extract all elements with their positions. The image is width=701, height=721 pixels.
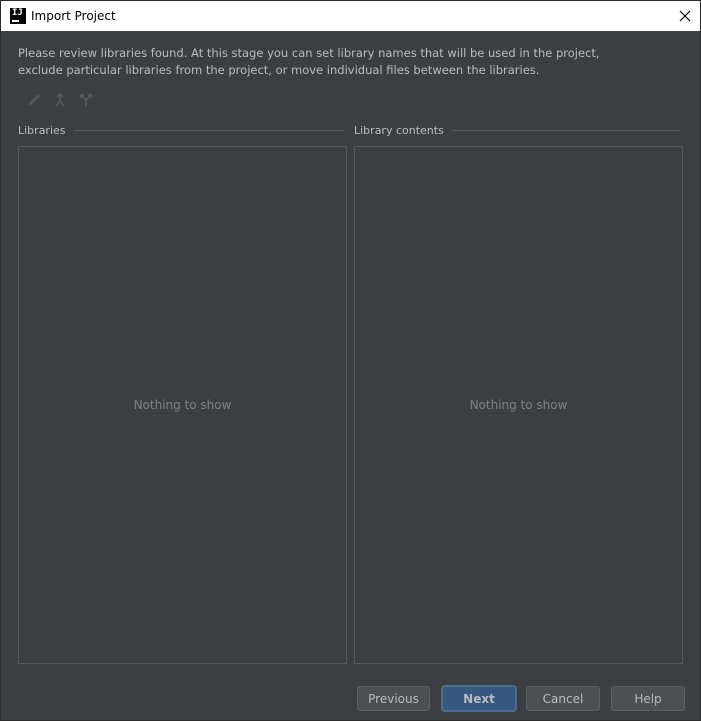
libraries-header-label: Libraries — [18, 123, 66, 137]
close-icon — [679, 10, 691, 22]
rename-library-button[interactable] — [25, 91, 43, 109]
window-title: Import Project — [31, 9, 116, 23]
intellij-app-icon: IJ — [10, 8, 26, 24]
library-contents-tree[interactable]: Nothing to show — [354, 146, 683, 664]
libraries-empty-text: Nothing to show — [133, 398, 232, 412]
title-bar: IJ Import Project — [1, 1, 700, 31]
libraries-toolbar — [25, 91, 95, 109]
help-button[interactable]: Help — [611, 686, 685, 711]
merge-icon — [55, 92, 65, 107]
libraries-header-divider — [73, 129, 344, 131]
cancel-button[interactable]: Cancel — [526, 686, 600, 711]
import-project-dialog: IJ Import Project Please review librarie… — [0, 0, 701, 721]
pencil-icon — [29, 93, 41, 105]
split-library-button[interactable] — [77, 91, 95, 109]
libraries-header: Libraries — [18, 123, 344, 137]
previous-button[interactable]: Previous — [357, 686, 430, 711]
library-contents-header: Library contents — [354, 123, 680, 137]
libraries-list[interactable]: Nothing to show — [18, 146, 347, 664]
merge-libraries-button[interactable] — [51, 91, 69, 109]
library-contents-header-divider — [451, 129, 680, 131]
library-contents-empty-text: Nothing to show — [469, 398, 568, 412]
description-line-2: exclude particular libraries from the pr… — [18, 63, 540, 77]
library-contents-header-label: Library contents — [354, 123, 444, 137]
app-icon-label: IJ — [12, 8, 23, 18]
close-button[interactable] — [670, 1, 700, 31]
description-text: Please review libraries found. At this s… — [18, 45, 678, 79]
split-icon — [79, 93, 93, 106]
next-button[interactable]: Next — [442, 686, 516, 711]
description-line-1: Please review libraries found. At this s… — [18, 46, 600, 60]
